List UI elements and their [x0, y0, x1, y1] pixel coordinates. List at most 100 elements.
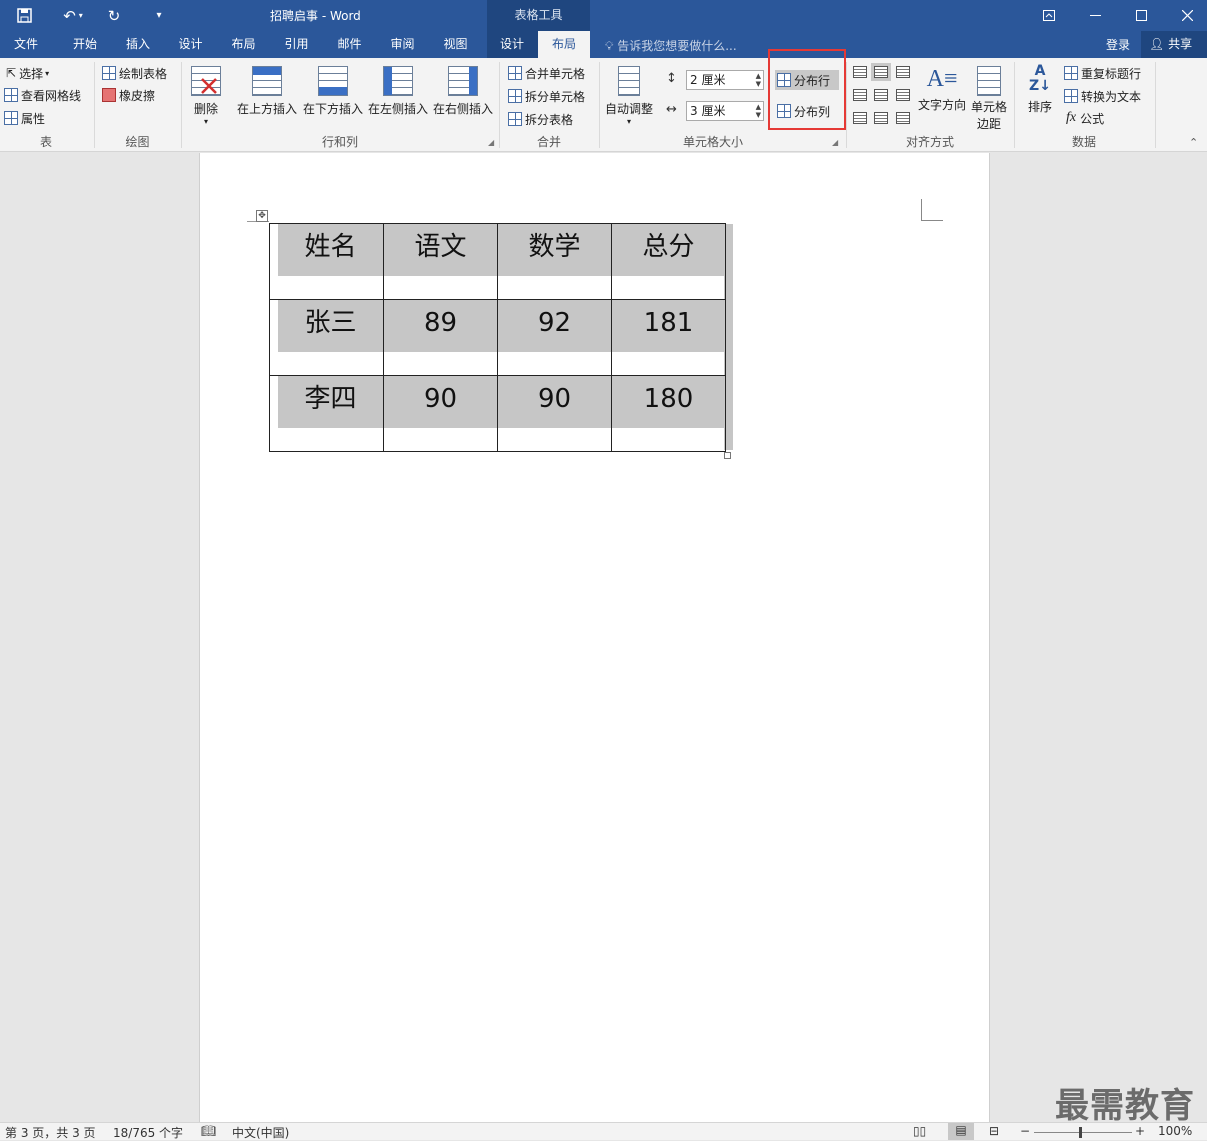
ribbon-display-options-icon[interactable]: [1026, 0, 1072, 31]
tab-home[interactable]: 开始: [58, 31, 112, 58]
split-cells-button[interactable]: 拆分单元格: [508, 86, 585, 106]
table-move-handle-icon[interactable]: ✥: [256, 210, 268, 222]
convert-to-text-button[interactable]: 转换为文本: [1064, 86, 1141, 106]
tab-file[interactable]: 文件: [0, 31, 52, 58]
tell-me-search[interactable]: 💡︎ 告诉我您想要做什么...: [605, 37, 737, 54]
group-label-table: 表: [39, 135, 52, 149]
table-resize-handle[interactable]: [724, 452, 731, 459]
align-bottom-center-icon[interactable]: [874, 112, 888, 124]
sign-in-link[interactable]: 登录: [1106, 36, 1130, 53]
properties-button[interactable]: 属性: [4, 108, 45, 128]
table-cell[interactable]: 总分: [611, 223, 726, 300]
tab-insert[interactable]: 插入: [112, 31, 164, 58]
group-label-rows-cols: 行和列: [321, 135, 358, 149]
merge-cells-icon: [508, 66, 522, 80]
table-cell[interactable]: 181: [611, 299, 726, 376]
align-middle-left-icon[interactable]: [853, 89, 867, 101]
align-bottom-left-icon[interactable]: [853, 112, 867, 124]
align-middle-right-icon[interactable]: [896, 89, 910, 101]
insert-below-button[interactable]: 在下方插入: [302, 66, 364, 117]
collapse-ribbon-icon[interactable]: ⌃: [1189, 136, 1198, 149]
status-bar: 第 3 页，共 3 页 18/765 个字 📖︎ 中文(中国) ▯▯ ▤ ⊟ −…: [0, 1122, 1207, 1140]
align-top-center-icon[interactable]: [871, 63, 891, 81]
cell-margins-button[interactable]: 单元格 边距: [968, 66, 1010, 132]
spin-arrows-icon[interactable]: ▲ ▼: [756, 103, 761, 119]
word-count[interactable]: 18/765 个字: [113, 1124, 183, 1141]
insert-above-button[interactable]: 在上方插入: [236, 66, 298, 117]
split-table-button[interactable]: 拆分表格: [508, 109, 573, 129]
dialog-launcher-icon[interactable]: ◢: [832, 138, 838, 147]
table-cell[interactable]: 张三: [269, 299, 384, 376]
table-cell[interactable]: 数学: [497, 223, 612, 300]
tab-view[interactable]: 视图: [429, 31, 482, 58]
close-icon[interactable]: [1164, 0, 1207, 31]
person-icon: 👤︎: [1149, 37, 1165, 51]
pencil-table-icon: [102, 66, 116, 80]
delete-button[interactable]: 删除 ▾: [188, 66, 224, 126]
formula-button[interactable]: fx 公式: [1066, 108, 1104, 128]
group-label-alignment: 对齐方式: [905, 135, 954, 149]
tab-layout[interactable]: 布局: [217, 31, 270, 58]
sort-button[interactable]: A Z↓ 排序: [1022, 64, 1058, 115]
language[interactable]: 中文(中国): [232, 1124, 289, 1141]
zoom-slider-thumb[interactable]: [1079, 1127, 1082, 1138]
save-icon[interactable]: [10, 0, 38, 31]
web-layout-icon[interactable]: ⊟: [989, 1124, 999, 1138]
table-cell[interactable]: 90: [497, 375, 612, 452]
repeat-header-rows-button[interactable]: 重复标题行: [1064, 63, 1141, 83]
table-cell[interactable]: 180: [611, 375, 726, 452]
merge-cells-button[interactable]: 合并单元格: [508, 63, 585, 83]
zoom-level[interactable]: 100%: [1158, 1124, 1192, 1138]
insert-left-button[interactable]: 在左侧插入: [367, 66, 429, 117]
table-cell[interactable]: 89: [383, 299, 498, 376]
tab-table-layout[interactable]: 布局: [538, 31, 590, 58]
text-direction-icon: A≡: [926, 66, 958, 92]
score-table[interactable]: 姓名 语文 数学 总分 张三 89 92 181 李四 90 90 180: [269, 223, 726, 452]
align-top-right-icon[interactable]: [896, 66, 910, 78]
tab-mailings[interactable]: 邮件: [323, 31, 376, 58]
spin-arrows-icon[interactable]: ▲ ▼: [756, 72, 761, 88]
cursor-icon: ⇱: [6, 66, 17, 80]
zoom-slider[interactable]: [1034, 1132, 1132, 1133]
page-count[interactable]: 第 3 页，共 3 页: [5, 1124, 96, 1141]
align-top-left-icon[interactable]: [853, 66, 867, 78]
view-gridlines-button[interactable]: 查看网格线: [4, 85, 81, 105]
maximize-icon[interactable]: [1118, 0, 1164, 31]
tell-me-text: 告诉我您想要做什么...: [617, 39, 737, 53]
watermark-logo: 最需教育: [1055, 1086, 1195, 1126]
align-bottom-right-icon[interactable]: [896, 112, 910, 124]
select-button[interactable]: ⇱ 选择 ▾: [6, 63, 49, 83]
table-row: 李四 90 90 180: [269, 375, 726, 452]
split-cells-icon: [508, 89, 522, 103]
autofit-button[interactable]: 自动调整 ▾: [603, 66, 655, 126]
draw-table-button[interactable]: 绘制表格: [102, 63, 167, 83]
text-direction-button[interactable]: A≡ 文字方向: [916, 62, 968, 113]
zoom-out-icon[interactable]: −: [1020, 1124, 1030, 1138]
eraser-button[interactable]: 橡皮擦: [102, 85, 155, 105]
proofing-icon[interactable]: 📖︎: [201, 1124, 216, 1138]
tab-references[interactable]: 引用: [270, 31, 323, 58]
redo-icon[interactable]: ↻: [100, 0, 128, 31]
tab-table-design[interactable]: 设计: [487, 31, 537, 58]
table-cell[interactable]: 90: [383, 375, 498, 452]
table-cell[interactable]: 语文: [383, 223, 498, 300]
dialog-launcher-icon[interactable]: ◢: [488, 138, 494, 147]
table-row: 姓名 语文 数学 总分: [269, 223, 726, 300]
insert-right-button[interactable]: 在右侧插入: [432, 66, 494, 117]
zoom-in-icon[interactable]: +: [1135, 1124, 1145, 1138]
minimize-icon[interactable]: [1072, 0, 1118, 31]
print-layout-icon[interactable]: ▤: [948, 1123, 974, 1140]
repeat-header-icon: [1064, 66, 1078, 80]
read-mode-icon[interactable]: ▯▯: [913, 1124, 926, 1138]
undo-icon[interactable]: ↶ ▾: [55, 0, 91, 31]
customize-qat-icon[interactable]: ▾: [148, 0, 170, 31]
align-middle-center-icon[interactable]: [874, 89, 888, 101]
row-height-input[interactable]: 2 厘米 ▲ ▼: [686, 70, 764, 90]
table-cell[interactable]: 姓名: [269, 223, 384, 300]
table-cell[interactable]: 92: [497, 299, 612, 376]
share-button[interactable]: 👤︎ 共享: [1141, 31, 1207, 58]
tab-review[interactable]: 审阅: [376, 31, 429, 58]
table-cell[interactable]: 李四: [269, 375, 384, 452]
tab-design[interactable]: 设计: [164, 31, 217, 58]
column-width-input[interactable]: 3 厘米 ▲ ▼: [686, 101, 764, 121]
